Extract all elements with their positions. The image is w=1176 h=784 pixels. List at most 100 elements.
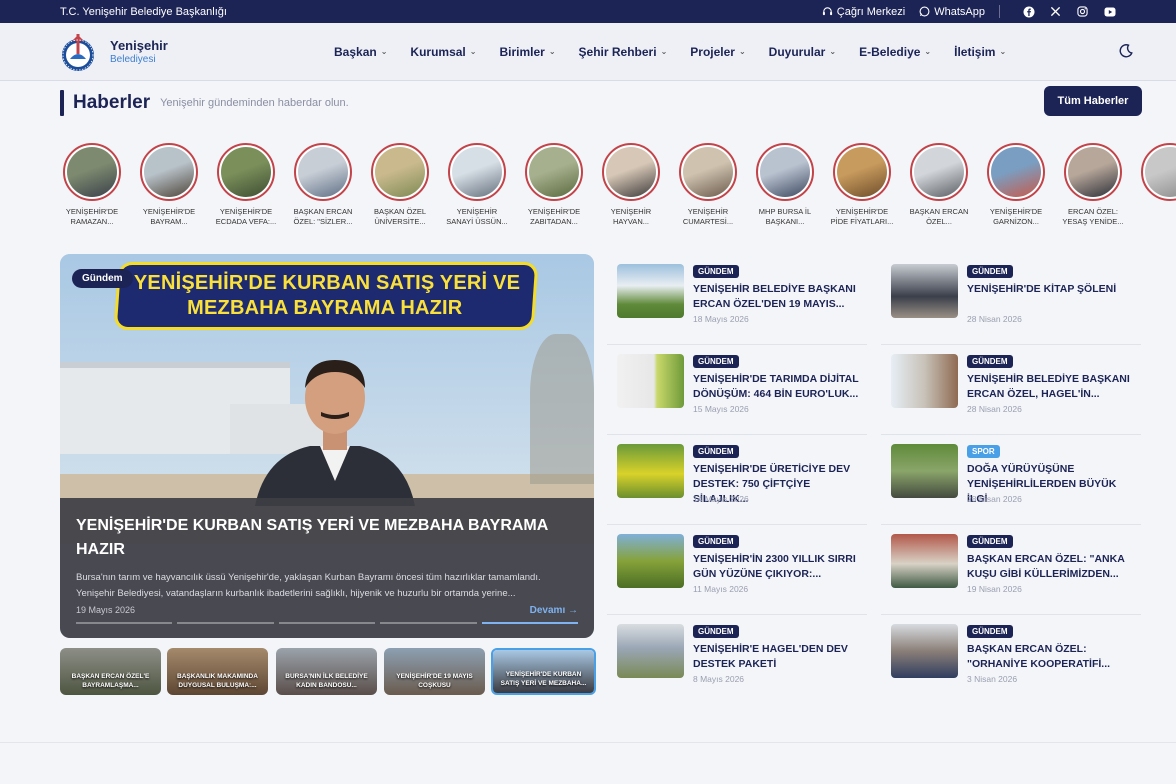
moon-icon[interactable] — [1118, 43, 1134, 59]
story-item[interactable]: ERCAN ÖZEL: YESAŞ YENİDE... — [1061, 143, 1125, 227]
main-nav: Başkan ⌄ Kurumsal ⌄ Birimler ⌄ Şehir Rehber… — [322, 45, 1017, 59]
story-caption-line: PİDE FİYATLARI... — [830, 217, 894, 226]
news-category-badge[interactable]: GÜNDEM — [693, 265, 739, 278]
nav-item-baskan[interactable]: Başkan ⌄ — [322, 45, 398, 59]
news-item[interactable]: GÜNDEM YENİŞEHİR'DE KİTAP ŞÖLENİ 28 Nisan … — [881, 264, 1133, 344]
story-item[interactable]: YENİŞEHİR'DE GARNİZON... — [984, 143, 1048, 227]
news-image — [617, 264, 684, 318]
news-divider — [881, 344, 1141, 345]
story-caption: BAŞKAN ÖZEL ÜNİVERSİTE... — [368, 207, 432, 227]
news-category-badge[interactable]: GÜNDEM — [693, 445, 739, 458]
nav-item-kurumsal[interactable]: Kurumsal ⌄ — [398, 45, 487, 59]
whatsapp-label: WhatsApp — [934, 5, 985, 18]
nav-label: Birimler — [499, 44, 545, 59]
chevron-down-icon: ⌄ — [469, 47, 477, 56]
news-category-badge[interactable]: GÜNDEM — [967, 355, 1013, 368]
news-item[interactable]: GÜNDEM YENİŞEHİR'DE ÜRETİCİYE DEV DESTEK:… — [607, 444, 859, 524]
all-news-button[interactable]: Tüm Haberler — [1044, 86, 1142, 116]
nav-item-sehir-rehberi[interactable]: Şehir Rehberi ⌄ — [567, 45, 679, 59]
slide-thumbnail[interactable]: YENİŞEHİR'DE KURBAN SATIŞ YERİ VE MEZBAH… — [491, 648, 596, 695]
story-item[interactable]: MHP BURSA İL BAŞKANI... — [753, 143, 817, 227]
news-category-badge[interactable]: GÜNDEM — [693, 355, 739, 368]
progress-segment[interactable] — [481, 622, 579, 624]
nav-item-projeler[interactable]: Projeler ⌄ — [678, 45, 756, 59]
news-item[interactable]: GÜNDEM YENİŞEHİR'DE TARIMDA DİJİTAL DÖNÜŞ… — [607, 354, 859, 434]
facebook-icon[interactable] — [1022, 5, 1035, 18]
story-item[interactable]: BAŞKAN ÖZEL ÜNİVERSİTE... — [368, 143, 432, 227]
news-item[interactable]: GÜNDEM BAŞKAN ERCAN ÖZEL: "ANKA KUŞU GİBİ… — [881, 534, 1133, 614]
story-item[interactable]: YENİŞEHİR SANAYİ ÜSSÜN... — [445, 143, 509, 227]
banner-line-2: MEZBAHA BAYRAMA HAZIR — [187, 297, 463, 319]
story-item[interactable]: YENİŞEHİR'DE ZABITADAN... — [522, 143, 586, 227]
story-thumbnail — [1145, 147, 1176, 197]
featured-image-person — [255, 360, 415, 506]
story-ring — [140, 143, 198, 201]
progress-segment[interactable] — [76, 622, 173, 624]
story-thumbnail — [144, 147, 194, 197]
news-item[interactable]: GÜNDEM YENİŞEHİR BELEDİYE BAŞKANI ERCAN Ö… — [607, 264, 859, 344]
nav-label: Şehir Rehberi — [578, 44, 657, 59]
progress-segment[interactable] — [278, 622, 376, 624]
news-item[interactable]: GÜNDEM YENİŞEHİR'E HAGEL'DEN DEV DESTEK P… — [607, 624, 859, 704]
news-category-badge[interactable]: GÜNDEM — [693, 535, 739, 548]
youtube-icon[interactable] — [1103, 5, 1116, 18]
news-category-badge[interactable]: GÜNDEM — [967, 535, 1013, 548]
story-caption: YENİŞEHİR'DE ZABITADAN... — [522, 207, 586, 227]
read-more-link[interactable]: Devamı → — [530, 605, 578, 616]
story-item[interactable]: BAŞKAN ERCAN ÖZEL... — [907, 143, 971, 227]
news-title[interactable]: YENİŞEHİR'DE KİTAP ŞÖLENİ — [967, 282, 1135, 297]
slide-thumbnail[interactable]: BURSA'NIN İLK BELEDİYE KADIN BANDOSU... — [276, 648, 377, 695]
news-item[interactable]: SPOR DOĞA YÜRÜYÜŞÜNE YENİŞEHİRLİLERDEN BÜ… — [881, 444, 1133, 524]
news-title[interactable]: YENİŞEHİR'İN 2300 YILLIK SIRRI GÜN YÜZÜN… — [693, 552, 861, 582]
whatsapp-link[interactable]: WhatsApp — [919, 6, 985, 18]
featured-title[interactable]: YENİŞEHİR'DE KURBAN SATIŞ YERİ VE MEZBAH… — [76, 514, 578, 562]
story-item[interactable]: YENİŞEHİR'DE ECDADA VEFA:... — [214, 143, 278, 227]
news-item[interactable]: GÜNDEM YENİŞEHİR'İN 2300 YILLIK SIRRI GÜN… — [607, 534, 859, 614]
news-category-badge[interactable]: GÜNDEM — [967, 625, 1013, 638]
nav-item-birimler[interactable]: Birimler ⌄ — [487, 45, 566, 59]
news-item[interactable]: GÜNDEM YENİŞEHİR BELEDİYE BAŞKANI ERCAN Ö… — [881, 354, 1133, 434]
story-item[interactable]: BAŞKAN ERCAN ÖZEL: "SİZLER... — [291, 143, 355, 227]
category-badge[interactable]: Gündem — [72, 269, 133, 288]
nav-item-e-belediye[interactable]: E-Belediye ⌄ — [847, 45, 942, 59]
nav-item-iletisim[interactable]: İletişim ⌄ — [942, 45, 1017, 59]
story-caption-line: YENİŞEHİR — [687, 207, 729, 216]
news-category-badge[interactable]: GÜNDEM — [693, 625, 739, 638]
thumbnail-caption: YENİŞEHİR'DE KURBAN SATIŞ YERİ VE MEZBAH… — [500, 671, 587, 687]
story-caption-line: HAYVAN... — [613, 217, 649, 226]
x-icon[interactable] — [1049, 5, 1062, 18]
story-item[interactable]: YENİŞEHİR'DE PİDE FİYATLARI... — [830, 143, 894, 227]
news-title[interactable]: BAŞKAN ERCAN ÖZEL: "ORHANİYE KOOPERATİFİ… — [967, 642, 1135, 672]
story-ring — [756, 143, 814, 201]
section-accent-bar — [60, 90, 64, 116]
news-title[interactable]: BAŞKAN ERCAN ÖZEL: "ANKA KUŞU GİBİ KÜLLE… — [967, 552, 1135, 582]
thumbnail-caption: BAŞKAN ERCAN ÖZEL'E BAYRAMLAŞMA... — [71, 673, 150, 689]
news-category-badge[interactable]: GÜNDEM — [967, 265, 1013, 278]
news-title[interactable]: YENİŞEHİR'E HAGEL'DEN DEV DESTEK PAKETİ — [693, 642, 861, 672]
story-item[interactable]: YENİŞEHİR HAYVAN... — [599, 143, 663, 227]
story-item[interactable]: YENİŞEHİR CUMARTESİ... — [676, 143, 740, 227]
news-item[interactable]: GÜNDEM BAŞKAN ERCAN ÖZEL: "ORHANİYE KOOPE… — [881, 624, 1133, 704]
slide-thumbnail[interactable]: YENİŞEHİR'DE 19 MAYIS COŞKUSU — [384, 648, 485, 695]
org-name: T.C. Yenişehir Belediye Başkanlığı — [60, 5, 227, 18]
news-category-badge[interactable]: SPOR — [967, 445, 1000, 458]
call-center-link[interactable]: Çağrı Merkezi — [822, 6, 905, 18]
nav-item-duyurular[interactable]: Duyurular ⌄ — [757, 45, 847, 59]
news-title[interactable]: YENİŞEHİR BELEDİYE BAŞKANI ERCAN ÖZEL'DE… — [693, 282, 861, 312]
site-logo[interactable]: Yenişehir Belediyesi — [60, 31, 310, 73]
instagram-icon[interactable] — [1076, 5, 1089, 18]
progress-segment[interactable] — [380, 622, 477, 624]
news-title[interactable]: YENİŞEHİR BELEDİYE BAŞKANI ERCAN ÖZEL, H… — [967, 372, 1135, 402]
story-item[interactable] — [1138, 143, 1176, 201]
news-divider — [607, 344, 867, 345]
progress-segment[interactable] — [177, 622, 274, 624]
story-item[interactable]: YENİŞEHİR'DE BAYRAM... — [137, 143, 201, 227]
story-thumbnail — [67, 147, 117, 197]
featured-news-slide[interactable]: YENİŞEHİR'DE KURBAN SATIŞ YERİ VE MEZBAH… — [60, 254, 594, 638]
slide-thumbnail[interactable]: BAŞKAN ERCAN ÖZEL'E BAYRAMLAŞMA... — [60, 648, 161, 695]
slide-thumbnail[interactable]: BAŞKANLIK MAKAMINDA DUYGUSAL BULUŞMA:... — [167, 648, 268, 695]
news-image — [891, 444, 958, 498]
news-title[interactable]: YENİŞEHİR'DE TARIMDA DİJİTAL DÖNÜŞÜM: 46… — [693, 372, 861, 402]
story-ring — [294, 143, 352, 201]
story-item[interactable]: YENİŞEHİR'DE RAMAZAN... — [60, 143, 124, 227]
